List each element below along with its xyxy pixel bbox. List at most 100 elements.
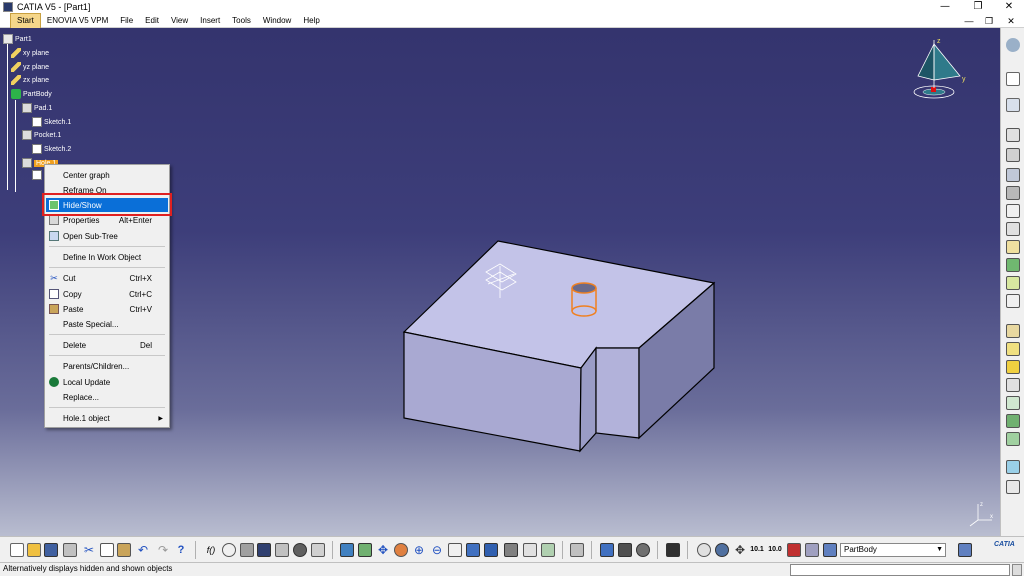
undo-icon[interactable]: ↶ <box>136 543 150 557</box>
tree-node-pad[interactable]: Pad.1 <box>22 102 52 114</box>
menu-item-center-graph[interactable]: Center graph <box>46 168 168 182</box>
units-icon[interactable]: 10.0 <box>768 543 782 557</box>
tree-node-hole-sketch[interactable] <box>32 169 44 181</box>
menu-item-copy[interactable]: Copy Ctrl+C <box>46 287 168 301</box>
measure-tool-icon[interactable] <box>1006 480 1020 494</box>
tree-node-yz-plane[interactable]: yz plane <box>11 61 49 73</box>
pocket-tool-icon[interactable] <box>1006 148 1020 162</box>
remove-tool-icon[interactable] <box>1006 414 1020 428</box>
fit-all-icon[interactable] <box>358 543 372 557</box>
fly-mode-icon[interactable] <box>340 543 354 557</box>
axis-system-tool-icon[interactable] <box>600 543 614 557</box>
menu-file[interactable]: File <box>114 14 139 28</box>
analysis-icon[interactable] <box>787 543 801 557</box>
menu-item-cut[interactable]: ✂ Cut Ctrl+X <box>46 271 168 285</box>
mirror-tool-icon[interactable] <box>1006 324 1020 338</box>
menu-insert[interactable]: Insert <box>194 14 226 28</box>
draft-tool-icon[interactable] <box>1006 276 1020 290</box>
menu-item-paste[interactable]: Paste Ctrl+V <box>46 302 168 316</box>
shading-icon[interactable] <box>504 543 518 557</box>
tree-node-part1[interactable]: Part1 <box>3 33 32 45</box>
snap-icon[interactable] <box>636 543 650 557</box>
intersect-tool-icon[interactable] <box>1006 432 1020 446</box>
work-support-icon[interactable] <box>618 543 632 557</box>
add-tool-icon[interactable] <box>1006 396 1020 410</box>
minimize-button[interactable]: — <box>930 0 960 14</box>
menu-item-delete[interactable]: Delete Del <box>46 338 168 352</box>
menu-edit[interactable]: Edit <box>139 14 165 28</box>
select-arrow-icon[interactable] <box>1006 72 1020 86</box>
menu-start[interactable]: Start <box>10 12 41 29</box>
tree-node-pocket[interactable]: Pocket.1 <box>22 129 61 141</box>
print-icon[interactable] <box>63 543 77 557</box>
shell-tool-icon[interactable] <box>1006 294 1020 308</box>
sketch-tool-icon[interactable] <box>1006 98 1020 112</box>
inertia-icon[interactable]: ✥ <box>733 543 747 557</box>
capture-icon[interactable] <box>666 543 680 557</box>
pad-tool-icon[interactable] <box>1006 128 1020 142</box>
chamfer-tool-icon[interactable] <box>1006 258 1020 272</box>
command-input[interactable] <box>790 564 1010 576</box>
groove-tool-icon[interactable] <box>1006 222 1020 236</box>
redo-icon[interactable]: ↷ <box>156 543 170 557</box>
tree-node-partbody[interactable]: PartBody <box>11 88 52 100</box>
hole-tool-icon[interactable] <box>1006 186 1020 200</box>
fillet-tool-icon[interactable] <box>1006 240 1020 254</box>
tree-node-sketch1[interactable]: Sketch.1 <box>32 116 71 128</box>
scale-icon[interactable]: 10.1 <box>750 543 764 557</box>
material-icon[interactable] <box>823 543 837 557</box>
close-button[interactable]: ✕ <box>994 0 1024 14</box>
body-select-dropdown[interactable]: PartBody ▼ <box>840 543 946 557</box>
paste-icon[interactable] <box>117 543 131 557</box>
pan-icon[interactable]: ✥ <box>376 543 390 557</box>
tree-node-xy-plane[interactable]: xy plane <box>11 47 49 59</box>
doc-minimize-button[interactable]: — <box>960 14 978 28</box>
rotate-icon[interactable] <box>394 543 408 557</box>
workbench-icon[interactable] <box>1006 38 1020 52</box>
multi-view-icon[interactable] <box>466 543 480 557</box>
restore-button[interactable]: ❐ <box>963 0 993 14</box>
save-icon[interactable] <box>44 543 58 557</box>
menu-item-define-work-object[interactable]: Define In Work Object <box>46 250 168 264</box>
table-icon[interactable] <box>257 543 271 557</box>
command-button[interactable] <box>1012 564 1022 576</box>
menu-tools[interactable]: Tools <box>226 14 257 28</box>
open-icon[interactable] <box>27 543 41 557</box>
iso-view-icon[interactable] <box>484 543 498 557</box>
update-all-icon[interactable] <box>570 543 584 557</box>
doc-close-button[interactable]: ✕ <box>1002 14 1020 28</box>
boolean-tool-icon[interactable] <box>1006 378 1020 392</box>
menu-item-parents-children[interactable]: Parents/Children... <box>46 359 168 373</box>
check-icon[interactable] <box>311 543 325 557</box>
normal-view-icon[interactable] <box>448 543 462 557</box>
measure-between-icon[interactable] <box>697 543 711 557</box>
copy-icon[interactable] <box>100 543 114 557</box>
rule-icon[interactable] <box>240 543 254 557</box>
menu-window[interactable]: Window <box>257 14 297 28</box>
hide-show-tool-icon[interactable] <box>523 543 537 557</box>
zoom-in-icon[interactable]: ⊕ <box>412 543 426 557</box>
menu-enovia[interactable]: ENOVIA V5 VPM <box>41 14 114 28</box>
reaction-icon[interactable] <box>293 543 307 557</box>
shaft-tool-icon[interactable] <box>1006 168 1020 182</box>
doc-restore-button[interactable]: ❐ <box>980 14 998 28</box>
properties-tool-icon[interactable] <box>805 543 819 557</box>
menu-view[interactable]: View <box>165 14 194 28</box>
apply-material-icon[interactable] <box>1006 460 1020 474</box>
whats-this-icon[interactable]: ? <box>174 543 188 557</box>
menu-item-replace[interactable]: Replace... <box>46 390 168 404</box>
zoom-out-icon[interactable]: ⊖ <box>430 543 444 557</box>
scale-tool-icon[interactable] <box>1006 360 1020 374</box>
swap-space-icon[interactable] <box>541 543 555 557</box>
knowledge-icon[interactable] <box>222 543 236 557</box>
rib-tool-icon[interactable] <box>1006 204 1020 218</box>
new-icon[interactable] <box>10 543 24 557</box>
menu-item-hole-object[interactable]: Hole.1 object ▶ <box>46 411 168 425</box>
tree-node-zx-plane[interactable]: zx plane <box>11 74 49 86</box>
measure-item-icon[interactable] <box>715 543 729 557</box>
cut-scissors-icon[interactable]: ✂ <box>82 543 96 557</box>
compass-icon[interactable]: z y <box>912 36 972 108</box>
pattern-tool-icon[interactable] <box>1006 342 1020 356</box>
menu-item-local-update[interactable]: Local Update <box>46 375 168 389</box>
menu-help[interactable]: Help <box>297 14 325 28</box>
